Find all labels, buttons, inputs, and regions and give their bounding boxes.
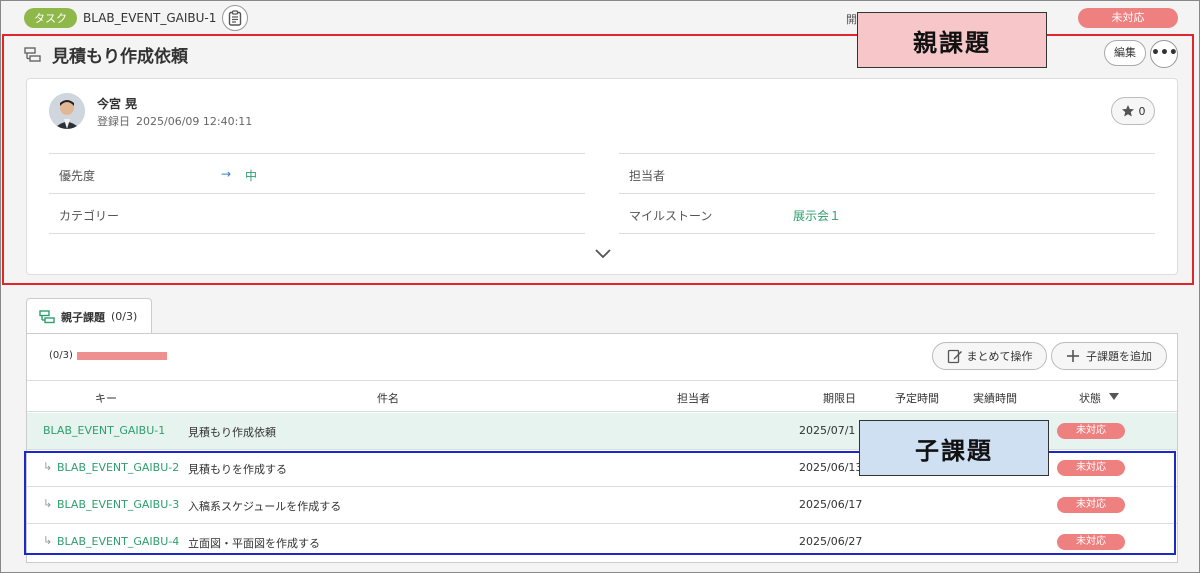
parent-child-icon: [39, 309, 55, 323]
copy-key-button[interactable]: [222, 5, 249, 31]
row-key[interactable]: BLAB_EVENT_GAIBU-1: [43, 424, 165, 437]
bulk-edit-button[interactable]: まとめて操作: [932, 342, 1047, 370]
add-child-label: 子課題を追加: [1086, 350, 1152, 363]
start-date-label: 開: [846, 13, 857, 26]
row-due: 2025/07/1: [799, 424, 856, 437]
column-planned[interactable]: 予定時間: [895, 390, 939, 406]
issue-type-badge: タスク: [24, 8, 77, 28]
child-issue-callout: 子課題: [859, 420, 1049, 476]
column-assignee[interactable]: 担当者: [677, 390, 710, 406]
sort-down-icon[interactable]: [1109, 391, 1119, 404]
clipboard-icon: [229, 10, 242, 26]
progress-bar: [77, 352, 167, 360]
tab-parent-child[interactable]: 親子課題 (0/3): [26, 298, 152, 334]
tab-count: (0/3): [111, 310, 138, 323]
parent-issue-highlight: [2, 34, 1194, 285]
bulk-edit-label: まとめて操作: [966, 350, 1033, 363]
issue-status-badge[interactable]: 未対応: [1078, 8, 1178, 28]
add-child-button[interactable]: 子課題を追加: [1051, 342, 1167, 370]
row-status: 未対応: [1057, 423, 1125, 439]
column-key[interactable]: キー: [95, 390, 117, 406]
plus-icon: [1067, 350, 1079, 362]
table-header: キー 件名 担当者 期限日 予定時間 実績時間 状態: [27, 380, 1177, 412]
edit-list-icon: [947, 349, 962, 364]
issue-key: BLAB_EVENT_GAIBU-1: [83, 11, 217, 25]
row-subject: 見積もり作成依頼: [188, 426, 276, 439]
column-subject[interactable]: 件名: [377, 390, 399, 406]
issue-header: タスク BLAB_EVENT_GAIBU-1: [24, 5, 249, 31]
column-status[interactable]: 状態: [1079, 390, 1101, 406]
column-due[interactable]: 期限日: [823, 390, 856, 406]
progress-label: (0/3): [49, 350, 73, 361]
parent-issue-callout: 親課題: [857, 12, 1047, 68]
tab-label: 親子課題: [61, 310, 105, 324]
column-actual[interactable]: 実績時間: [973, 390, 1017, 406]
